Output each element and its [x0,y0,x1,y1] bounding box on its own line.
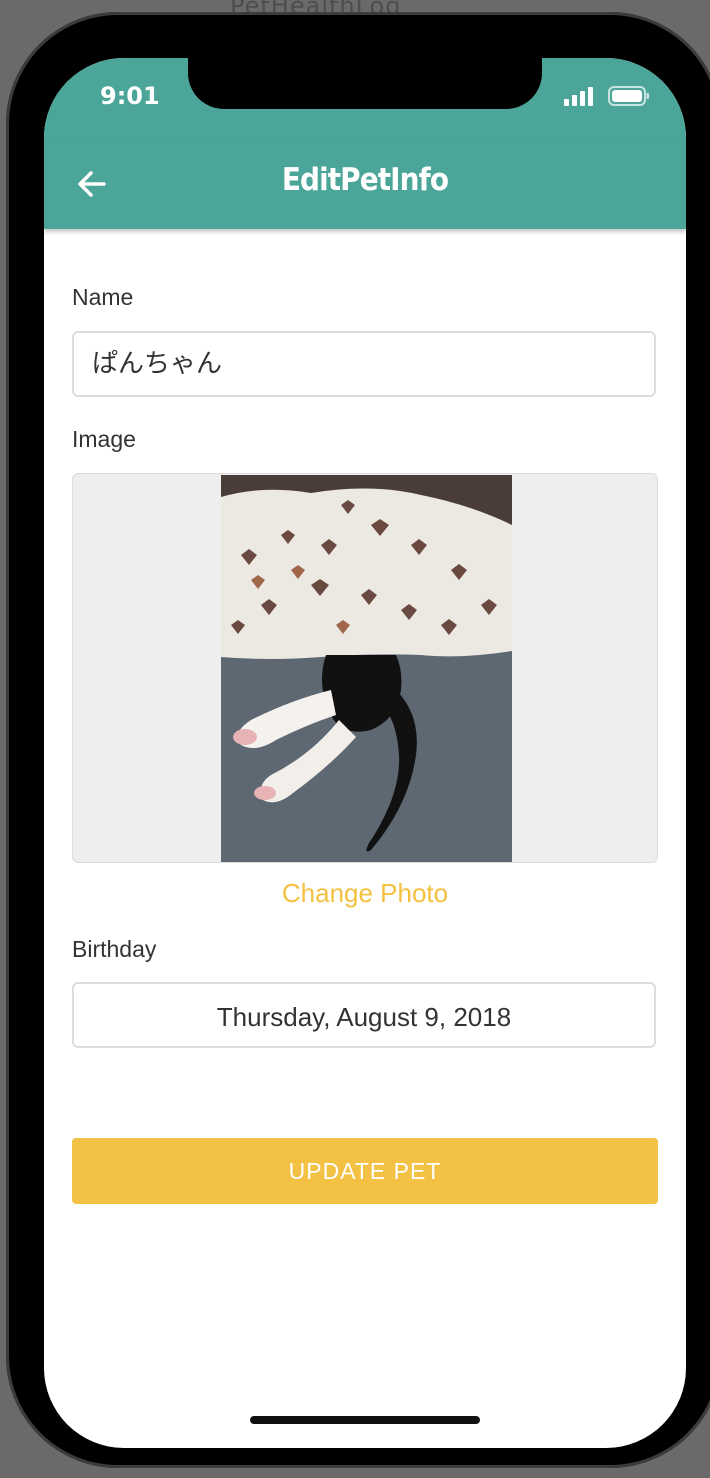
name-input-value: ぱんちゃん [92,349,223,379]
signal-bars-icon [564,87,593,106]
page-title: EditPetInfo [281,162,449,198]
update-pet-button[interactable]: UPDATE PET [72,1138,658,1204]
name-label: Name [72,284,134,310]
pet-photo [221,475,512,862]
birthday-label: Birthday [72,936,157,962]
change-photo-link[interactable]: Change Photo [44,878,686,909]
image-label: Image [72,426,136,452]
home-indicator[interactable] [250,1416,480,1424]
status-time: 9:01 [100,82,160,110]
name-field[interactable]: ぱんちゃん [72,331,656,397]
battery-icon [608,86,649,106]
app-bar: EditPetInfo [44,142,686,229]
phone-frame: 9:01 EditPetInfo Name ぱんちゃん Image Change… [6,12,710,1468]
birthday-value: Thursday, August 9, 2018 [216,1002,512,1032]
app-screen: 9:01 EditPetInfo Name ぱんちゃん Image Change… [44,58,686,1448]
device-notch [188,58,542,109]
pet-image-container [72,473,658,863]
birthday-date-picker[interactable]: Thursday, August 9, 2018 [72,982,656,1048]
